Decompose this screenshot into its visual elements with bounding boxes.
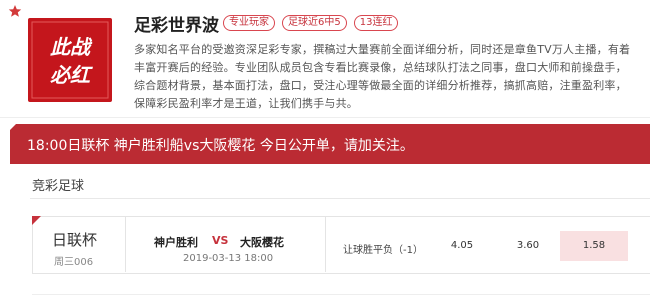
avatar-text-line1: 此战 (50, 35, 93, 59)
bet-type-label: 让球胜平负（-1） (343, 245, 423, 256)
odd-win[interactable]: 4.05 (428, 231, 496, 261)
avatar-text-line2: 必红 (50, 63, 93, 87)
match-time: 2019-03-13 18:00 (183, 253, 274, 264)
match-number: 周三006 (54, 257, 94, 268)
banner-notch (10, 124, 16, 130)
avatar: 此战 必红 (28, 18, 112, 102)
away-team: 大阪樱花 (240, 236, 284, 249)
odd-draw[interactable]: 3.60 (494, 231, 562, 261)
expert-profile: 此战 必红 足彩世界波 专业玩家 足球近6中5 13连红 多家知名平台的受邀资深足彩… (0, 0, 650, 118)
announcement-text: 18:00日联杯 神户胜利船vs大阪樱花 今日公开单，请加关注。 (27, 138, 414, 154)
divider (30, 198, 650, 199)
section-title: 竞彩足球 (32, 179, 85, 194)
league-name: 日联杯 (52, 231, 98, 249)
home-team: 神户胜利 (154, 236, 198, 249)
tag-recent-record: 足球近6中5 (282, 15, 347, 31)
divider (0, 117, 650, 118)
vs-label: VS (212, 234, 229, 247)
column-divider (125, 216, 126, 272)
tag-professional: 专业玩家 (223, 15, 275, 31)
expert-tags: 专业玩家 足球近6中5 13连红 (223, 15, 405, 31)
odd-lose-selected[interactable]: 1.58 (560, 231, 628, 261)
expert-description: 多家知名平台的受邀资深足彩专家，撰稿过大量赛前全面详细分析，同时还是章鱼TV万人… (134, 43, 631, 110)
expert-name: 足彩世界波 (134, 16, 219, 36)
column-divider (325, 216, 326, 272)
card-corner-marker (32, 216, 41, 225)
divider (32, 294, 650, 295)
tag-win-streak: 13连红 (353, 15, 399, 31)
